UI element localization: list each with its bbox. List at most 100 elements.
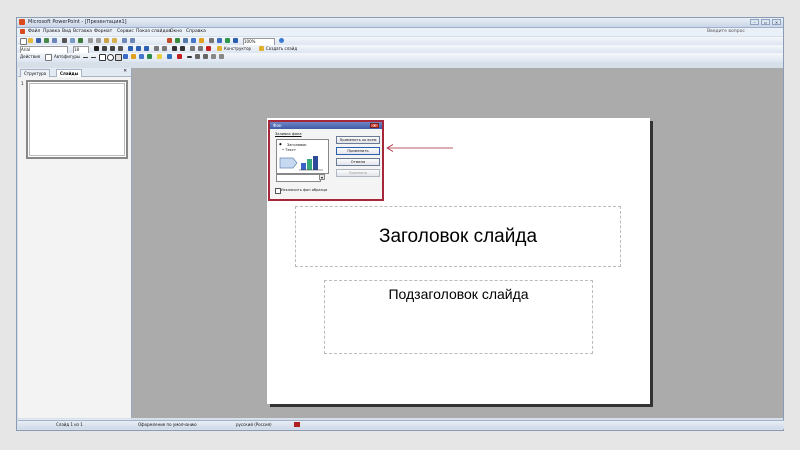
preview-text-label: • Текст <box>282 148 296 152</box>
dash-style-icon[interactable] <box>195 54 200 59</box>
chevron-down-icon[interactable]: ▾ <box>319 174 325 180</box>
new-slide-button[interactable]: Создать слайд <box>266 45 297 53</box>
cut-icon[interactable] <box>88 38 93 43</box>
italic-icon[interactable] <box>102 46 107 51</box>
minimize-button[interactable]: – <box>750 19 759 25</box>
panel-tabs: Структура Слайды ✕ <box>18 68 131 77</box>
spelling-icon[interactable] <box>78 38 83 43</box>
close-button[interactable]: ✕ <box>772 19 781 25</box>
insert-picture-icon[interactable] <box>191 38 196 43</box>
arrow-style-icon[interactable] <box>203 54 208 59</box>
help-search-input[interactable]: Введите вопрос <box>707 28 745 36</box>
paste-icon[interactable] <box>104 38 109 43</box>
menu-insert[interactable]: Вставка <box>73 28 92 36</box>
menu-file[interactable]: Файл <box>28 28 40 36</box>
tab-outline[interactable]: Структура <box>20 69 51 77</box>
fill-color-select[interactable] <box>276 174 321 182</box>
arrow-icon[interactable] <box>91 57 96 58</box>
preview-icon[interactable] <box>70 38 75 43</box>
email-icon[interactable] <box>52 38 57 43</box>
oval-icon[interactable] <box>107 54 114 61</box>
line-style-icon[interactable] <box>187 56 192 58</box>
menu-tools[interactable]: Сервис <box>117 28 134 36</box>
format-painter-icon[interactable] <box>112 38 117 43</box>
slides-panel: Структура Слайды ✕ 1 <box>18 68 132 418</box>
slide-workspace: Заголовок слайда Подзаголовок слайда Фон… <box>132 68 783 418</box>
undo-icon[interactable] <box>122 38 127 43</box>
bullets-icon[interactable] <box>162 46 167 51</box>
font-color-icon[interactable] <box>206 46 211 51</box>
slide-title-placeholder[interactable]: Заголовок слайда <box>295 206 621 267</box>
align-center-icon[interactable] <box>136 46 141 51</box>
fill-color-icon[interactable] <box>157 54 162 59</box>
insert-table-icon[interactable] <box>175 38 180 43</box>
menu-slideshow[interactable]: Показ слайдов <box>136 28 171 36</box>
line-color-icon[interactable] <box>167 54 172 59</box>
picture-icon[interactable] <box>147 54 152 59</box>
new-slide-icon[interactable] <box>259 46 264 51</box>
status-slide-info: Слайд 1 из 1 <box>56 422 83 427</box>
new-icon[interactable] <box>20 38 27 45</box>
menu-view[interactable]: Вид <box>62 28 71 36</box>
cancel-button[interactable]: Отмена <box>336 158 380 166</box>
tab-slides[interactable]: Слайды <box>56 69 83 77</box>
show-formatting-icon[interactable] <box>225 38 230 43</box>
panel-close-button[interactable]: ✕ <box>123 68 127 76</box>
redo-icon[interactable] <box>130 38 135 43</box>
bold-icon[interactable] <box>94 46 99 51</box>
save-icon[interactable] <box>36 38 41 43</box>
copy-icon[interactable] <box>96 38 101 43</box>
spelling-status-icon <box>294 422 300 427</box>
preview-button[interactable]: Просмотр <box>336 169 380 177</box>
insert-excel-icon[interactable] <box>183 38 188 43</box>
preview-title-label: Заголовок <box>287 143 307 147</box>
increase-indent-icon[interactable] <box>198 46 203 51</box>
status-language: русский (Россия) <box>236 422 272 427</box>
insert-diagram-icon[interactable] <box>199 38 204 43</box>
document-icon <box>20 29 25 34</box>
print-icon[interactable] <box>62 38 67 43</box>
color-grayscale-icon[interactable] <box>233 38 238 43</box>
permission-icon[interactable] <box>44 38 49 43</box>
slide-thumbnail[interactable] <box>26 80 128 159</box>
design-button[interactable]: Конструктор <box>224 45 251 53</box>
align-left-icon[interactable] <box>128 46 133 51</box>
textbox-icon[interactable] <box>115 54 122 61</box>
line-icon[interactable] <box>83 57 88 58</box>
wordart-icon[interactable] <box>123 54 128 59</box>
underline-icon[interactable] <box>110 46 115 51</box>
autoshapes-button[interactable]: Автофигуры <box>54 53 80 61</box>
background-fill-label: Заливка фона <box>275 132 302 136</box>
actions-button[interactable]: Действия <box>20 53 40 61</box>
3d-style-icon[interactable] <box>219 54 224 59</box>
open-icon[interactable] <box>28 38 33 43</box>
dialog-close-button[interactable]: ✕ <box>370 123 379 128</box>
help-icon[interactable] <box>279 38 284 43</box>
clipart-icon[interactable] <box>139 54 144 59</box>
menu-help[interactable]: Справка <box>186 28 206 36</box>
expand-all-icon[interactable] <box>217 38 222 43</box>
menu-edit[interactable]: Правка <box>43 28 60 36</box>
menu-window[interactable]: Окно <box>170 28 182 36</box>
rectangle-icon[interactable] <box>99 54 106 61</box>
slide-subtitle-placeholder[interactable]: Подзаголовок слайда <box>324 280 593 354</box>
slide-canvas: Заголовок слайда Подзаголовок слайда Фон… <box>267 118 650 404</box>
shadow-style-icon[interactable] <box>211 54 216 59</box>
apply-button[interactable]: Применить <box>336 147 380 155</box>
align-right-icon[interactable] <box>144 46 149 51</box>
decrease-indent-icon[interactable] <box>190 46 195 51</box>
shadow-icon[interactable] <box>118 46 123 51</box>
increase-font-icon[interactable] <box>172 46 177 51</box>
apply-all-button[interactable]: Применить ко всем <box>336 136 380 144</box>
text-color-icon[interactable] <box>177 54 182 59</box>
bullet-icon: ◆ <box>279 142 282 146</box>
diagram-icon[interactable] <box>131 54 136 59</box>
insert-chart-icon[interactable] <box>167 38 172 43</box>
decrease-font-icon[interactable] <box>180 46 185 51</box>
numbering-icon[interactable] <box>154 46 159 51</box>
maximize-button[interactable]: ▫ <box>761 19 770 25</box>
grid-icon[interactable] <box>209 38 214 43</box>
select-pointer-icon[interactable] <box>45 54 52 61</box>
design-icon[interactable] <box>217 46 222 51</box>
menu-format[interactable]: Формат <box>94 28 112 36</box>
